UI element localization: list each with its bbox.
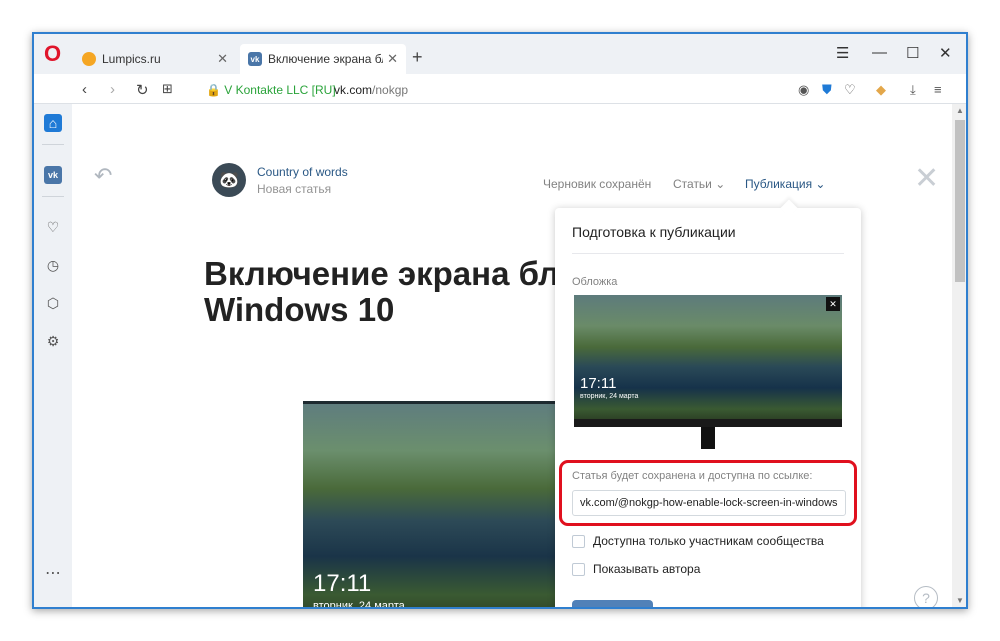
reload-icon[interactable]: ↻	[136, 81, 149, 99]
secure-site-badge[interactable]: 🔒 V Kontakte LLC [RU]	[206, 83, 336, 97]
draft-status: Черновик сохранён	[543, 177, 652, 191]
lumpics-favicon-icon	[82, 52, 96, 66]
site-badge-text: V Kontakte LLC [RU]	[224, 83, 336, 97]
headline-line: Включение экрана блокировки в	[204, 256, 564, 292]
minimize-icon[interactable]: —	[872, 44, 887, 61]
heart-icon[interactable]: ♡	[44, 218, 62, 236]
browser-window: O Lumpics.ru ✕ vk Включение экрана блоки…	[32, 32, 968, 609]
cover-label: Обложка	[572, 276, 618, 288]
home-icon[interactable]: ⌂	[44, 114, 62, 132]
author-name[interactable]: Country of words	[257, 165, 348, 179]
show-author-checkbox[interactable]: Показывать автора	[572, 562, 700, 576]
article-headline[interactable]: Включение экрана блокировки в Windows 10	[204, 256, 564, 328]
gear-icon[interactable]: ⚙	[44, 332, 62, 350]
opera-logo-icon[interactable]: O	[44, 43, 61, 65]
members-only-checkbox[interactable]: Доступна только участникам сообщества	[572, 534, 824, 548]
camera-icon[interactable]: ◉	[798, 82, 809, 98]
window-close-icon[interactable]: ✕	[939, 44, 952, 62]
lockscreen-date: вторник, 24 марта	[313, 600, 405, 609]
settings-sliders-icon[interactable]: ≡	[934, 82, 942, 97]
tab-label: Lumpics.ru	[102, 52, 161, 66]
article-image[interactable]: 17:11 вторник, 24 марта	[303, 401, 563, 609]
sidebar: ⌂ vk ♡ ◷ ⬡ ⚙ ⋯	[34, 104, 72, 607]
cover-preview[interactable]: 17:11 вторник, 24 марта ✕	[574, 295, 842, 427]
monitor-stand	[701, 427, 715, 449]
wallet-icon[interactable]: ◆	[876, 82, 886, 98]
close-editor-icon[interactable]: ✕	[914, 161, 939, 196]
checkbox-label: Доступна только участникам сообщества	[593, 534, 824, 548]
tab-vk-article[interactable]: vk Включение экрана блокир ✕	[240, 44, 406, 74]
sidebar-divider	[42, 196, 64, 197]
vk-favicon-icon: vk	[248, 52, 262, 66]
divider	[572, 253, 844, 254]
url-path: /nokgp	[372, 83, 409, 97]
article-subtitle: Новая статья	[257, 182, 332, 196]
save-button[interactable]: Сохранить	[572, 600, 653, 607]
close-icon[interactable]: ✕	[387, 51, 398, 67]
headline-line: Windows 10	[204, 291, 395, 328]
publish-dialog: Подготовка к публикации Обложка 17:11 вт…	[555, 208, 861, 607]
back-icon[interactable]: ‹	[82, 81, 87, 98]
scroll-thumb[interactable]	[955, 120, 965, 282]
new-tab-plus-icon[interactable]: +	[412, 47, 423, 68]
url-domain: vk.com	[334, 83, 373, 97]
more-dots-icon[interactable]: ⋯	[44, 564, 62, 582]
tab-strip: O Lumpics.ru ✕ vk Включение экрана блоки…	[34, 34, 966, 74]
scroll-down-arrow-icon[interactable]: ▼	[956, 596, 964, 605]
sidebar-divider	[42, 144, 64, 145]
checkbox-box[interactable]	[572, 534, 585, 548]
avatar[interactable]: 🐼	[212, 163, 246, 197]
articles-menu[interactable]: Статьи ⌄	[673, 177, 725, 191]
help-icon[interactable]: ?	[914, 586, 938, 607]
close-icon[interactable]: ✕	[217, 51, 228, 67]
speed-dial-grid-icon[interactable]: ⊞	[162, 81, 173, 97]
scroll-up-arrow-icon[interactable]: ▲	[956, 106, 964, 115]
preview-clock: 17:11	[580, 375, 617, 392]
scrollbar[interactable]: ▲ ▼	[952, 104, 966, 607]
history-clock-icon[interactable]: ◷	[44, 256, 62, 274]
preview-date: вторник, 24 марта	[580, 393, 639, 400]
red-highlight-frame	[559, 460, 857, 526]
cube-icon[interactable]: ⬡	[44, 294, 62, 312]
publish-menu[interactable]: Публикация ⌄	[745, 177, 825, 191]
tab-lumpics[interactable]: Lumpics.ru ✕	[74, 44, 236, 74]
forward-icon[interactable]: ›	[110, 81, 115, 98]
tab-label: Включение экрана блокир	[268, 52, 383, 66]
remove-cover-icon[interactable]: ✕	[826, 297, 840, 311]
tab-menu-icon[interactable]: ☰	[836, 44, 849, 62]
undo-icon[interactable]: ↶	[94, 163, 112, 189]
checkbox-box[interactable]	[572, 562, 585, 576]
maximize-icon[interactable]: ☐	[906, 44, 919, 62]
heart-icon[interactable]: ♡	[844, 82, 856, 98]
article-editor: ↶ 🐼 Country of words Новая статья Чернов…	[72, 105, 952, 609]
lockscreen-clock: 17:11	[313, 570, 372, 597]
address-bar: ‹ › ↻ ⊞ 🔒 V Kontakte LLC [RU] vk.com/nok…	[34, 74, 966, 104]
shield-icon[interactable]: ⛊	[822, 82, 832, 98]
url-field[interactable]: vk.com/nokgp	[334, 83, 408, 97]
dialog-title: Подготовка к публикации	[572, 224, 736, 240]
download-icon[interactable]: ⤓	[910, 82, 916, 98]
vk-icon[interactable]: vk	[44, 166, 62, 184]
checkbox-label: Показывать автора	[593, 562, 701, 576]
